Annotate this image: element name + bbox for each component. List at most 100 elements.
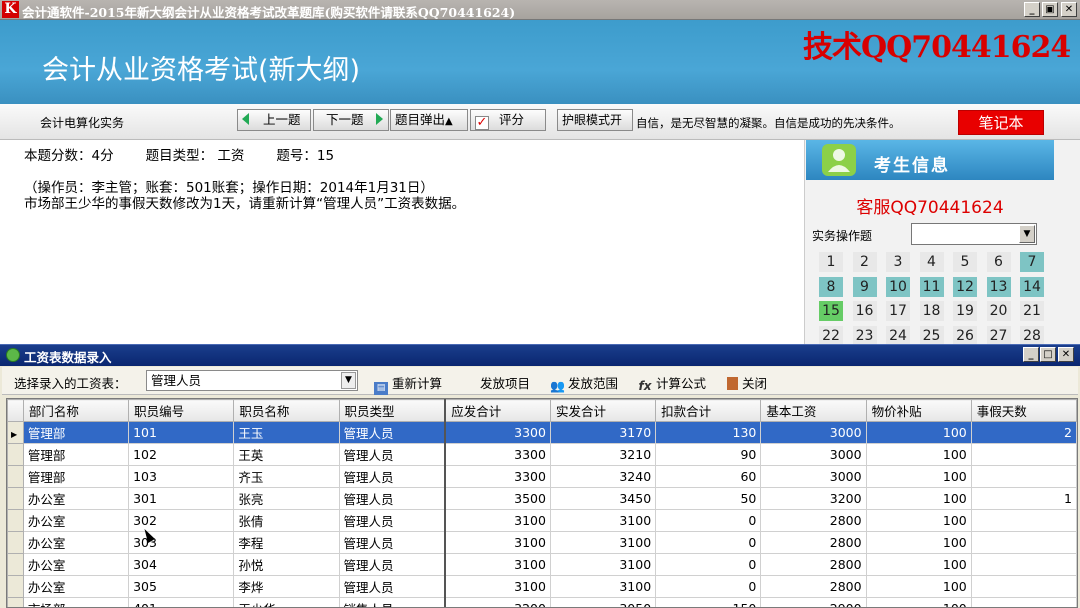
table-cell[interactable]: 3100	[549, 509, 657, 532]
question-number-6[interactable]: 6	[986, 252, 1011, 272]
table-cell[interactable]: 100	[865, 597, 972, 607]
table-cell[interactable]: 3210	[549, 443, 657, 466]
column-header[interactable]: 事假天数	[970, 399, 1077, 422]
table-cell[interactable]: 管理人员	[338, 465, 447, 488]
table-cell[interactable]: 100	[865, 465, 972, 488]
column-header[interactable]: 部门名称	[22, 399, 130, 422]
question-number-5[interactable]: 5	[953, 252, 977, 272]
dialog-close-button[interactable]: ✕	[1058, 347, 1074, 362]
table-cell[interactable]: 3000	[760, 465, 867, 488]
table-cell[interactable]: 3170	[549, 421, 657, 444]
column-header[interactable]: 扣款合计	[655, 399, 762, 422]
eye-protection-toggle[interactable]: 护眼模式开	[557, 109, 633, 131]
table-cell[interactable]: 2800	[760, 575, 867, 598]
table-row[interactable]: 办公室 303 李程 管理人员 3100 3100 0 2800 100	[7, 531, 1077, 554]
table-cell[interactable]: 2800	[760, 509, 867, 532]
table-cell[interactable]: 齐玉	[233, 465, 340, 488]
table-cell[interactable]: 103	[128, 465, 235, 488]
question-number-2[interactable]: 2	[852, 252, 877, 272]
table-cell[interactable]: 304	[128, 553, 235, 576]
question-popup-button[interactable]: 题目弹出▲	[390, 109, 468, 131]
table-cell[interactable]: 100	[865, 487, 972, 510]
table-cell[interactable]: 1	[970, 487, 1077, 510]
table-cell[interactable]: 305	[128, 575, 235, 598]
table-cell[interactable]: 王少华	[233, 597, 340, 607]
table-cell[interactable]	[970, 553, 1077, 576]
table-cell[interactable]: 市场部	[22, 597, 130, 607]
table-cell[interactable]: 管理部	[22, 465, 130, 488]
table-cell[interactable]	[970, 597, 1077, 607]
question-number-7[interactable]: 7	[1020, 252, 1044, 272]
table-cell[interactable]: 管理部	[22, 421, 130, 444]
table-row[interactable]: 办公室 305 李烨 管理人员 3100 3100 0 2800 100	[7, 575, 1077, 598]
salary-data-grid[interactable]: 部门名称 职员编号 职员名称 职员类型 应发合计 实发合计 扣款合计 基本工资 物价补贴 事假天数…	[6, 398, 1078, 608]
column-header[interactable]: 职员名称	[233, 399, 340, 422]
question-number-12[interactable]: 12	[953, 276, 977, 297]
column-header[interactable]: 应发合计	[444, 399, 551, 422]
question-number-25[interactable]: 25	[919, 325, 944, 346]
question-number-28[interactable]: 28	[1020, 325, 1044, 346]
table-cell[interactable]: 管理人员	[338, 575, 447, 598]
table-cell[interactable]: 王英	[233, 443, 340, 466]
table-cell[interactable]: 102	[128, 443, 235, 466]
question-number-8[interactable]: 8	[819, 276, 843, 297]
table-cell[interactable]: 3240	[549, 465, 657, 488]
salary-table-select[interactable]: 管理人员 ▼	[146, 370, 358, 391]
table-cell[interactable]: 101	[128, 421, 235, 444]
table-cell[interactable]: 90	[655, 443, 762, 466]
notebook-button[interactable]: 笔记本	[958, 110, 1044, 135]
table-cell[interactable]: 3100	[549, 575, 657, 598]
table-cell[interactable]	[970, 575, 1077, 598]
row-selector[interactable]	[7, 553, 24, 576]
table-cell[interactable]: 401	[128, 597, 235, 607]
table-cell[interactable]: 管理人员	[338, 531, 447, 554]
question-number-10[interactable]: 10	[886, 276, 910, 297]
row-selector[interactable]	[7, 443, 24, 466]
table-row[interactable]: 市场部401王少华销售人员320030501502900100	[7, 597, 1077, 607]
column-header[interactable]: 职员类型	[338, 399, 447, 422]
table-cell[interactable]: 管理人员	[338, 553, 447, 576]
table-cell[interactable]: 李烨	[233, 575, 340, 598]
column-header[interactable]: 基本工资	[760, 399, 867, 422]
table-cell[interactable]: 办公室	[22, 553, 130, 576]
row-selector[interactable]	[7, 509, 24, 532]
question-number-21[interactable]: 21	[1020, 301, 1044, 321]
table-cell[interactable]: 0	[655, 531, 762, 554]
table-cell[interactable]: 3100	[549, 531, 657, 554]
grade-button[interactable]: ✓ 评分	[470, 109, 546, 131]
table-cell[interactable]	[970, 509, 1077, 532]
question-number-16[interactable]: 16	[852, 301, 877, 321]
formula-button[interactable]: fx 计算公式	[638, 373, 707, 393]
question-number-9[interactable]: 9	[852, 276, 877, 297]
question-number-13[interactable]: 13	[986, 276, 1011, 297]
chevron-down-icon[interactable]: ▼	[341, 372, 356, 389]
table-cell[interactable]: 3100	[444, 509, 551, 532]
table-row[interactable]: 办公室 304 孙悦 管理人员 3100 3100 0 2800 100	[7, 553, 1077, 576]
question-number-22[interactable]: 22	[819, 325, 843, 346]
question-number-14[interactable]: 14	[1020, 276, 1044, 297]
close-button[interactable]: ✕	[1061, 2, 1077, 17]
table-cell[interactable]: 2800	[760, 531, 867, 554]
table-cell[interactable]: 100	[865, 421, 972, 444]
question-number-4[interactable]: 4	[919, 252, 944, 272]
table-row[interactable]: 办公室 301 张亮 管理人员 3500 3450 50 3200 100 1	[7, 487, 1077, 510]
table-cell[interactable]: 办公室	[22, 531, 130, 554]
question-number-19[interactable]: 19	[953, 301, 977, 321]
next-question-button[interactable]: 下一题	[313, 109, 389, 131]
column-header[interactable]: 物价补贴	[865, 399, 972, 422]
question-number-17[interactable]: 17	[886, 301, 910, 321]
table-cell[interactable]: 2	[970, 421, 1077, 444]
table-cell[interactable]: 0	[655, 509, 762, 532]
question-number-26[interactable]: 26	[953, 325, 977, 346]
table-row[interactable]: 办公室 302 张倩 管理人员 3100 3100 0 2800 100	[7, 509, 1077, 532]
question-number-1[interactable]: 1	[819, 252, 843, 272]
table-cell[interactable]: 3450	[549, 487, 657, 510]
table-row[interactable]: ▶ 管理部 101 王玉 管理人员 3300 3170 130 3000 100 2	[7, 421, 1077, 444]
table-cell[interactable]: 3300	[444, 465, 551, 488]
table-cell[interactable]: 办公室	[22, 509, 130, 532]
table-cell[interactable]: 50	[655, 487, 762, 510]
close-dialog-button[interactable]: 关闭	[727, 373, 767, 392]
table-cell[interactable]: 销售人员	[338, 597, 447, 607]
question-number-11[interactable]: 11	[919, 276, 944, 297]
question-number-24[interactable]: 24	[886, 325, 910, 346]
